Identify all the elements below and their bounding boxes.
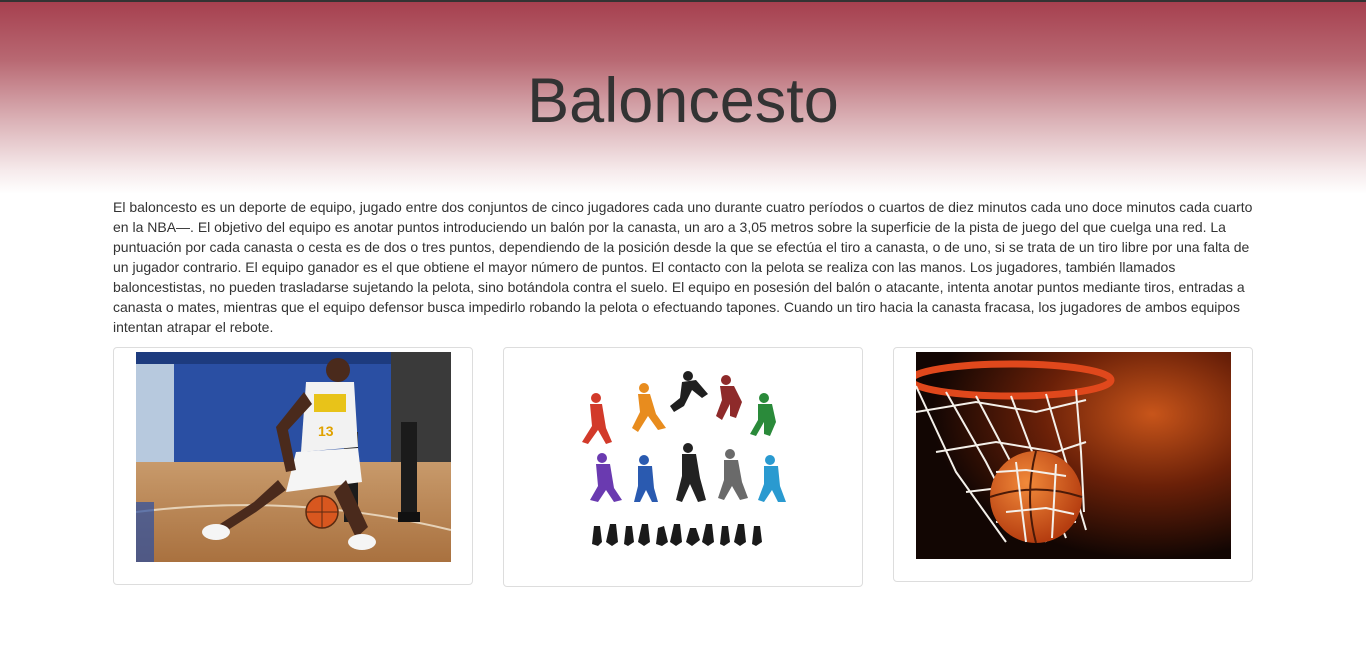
page-title: Baloncesto — [527, 66, 839, 136]
ball-in-hoop-photo — [916, 352, 1231, 559]
image-card-hoop — [893, 347, 1253, 582]
image-card-silhouettes — [503, 347, 863, 587]
intro-paragraph: El baloncesto es un deporte de equipo, j… — [113, 199, 1253, 335]
image-card-player: 13 — [113, 347, 473, 585]
player-silhouettes-illustration — [566, 350, 802, 572]
jersey-number: 13 — [318, 423, 334, 439]
player-dribbling-photo: 13 — [136, 352, 451, 562]
hero-header: Baloncesto — [0, 2, 1366, 194]
